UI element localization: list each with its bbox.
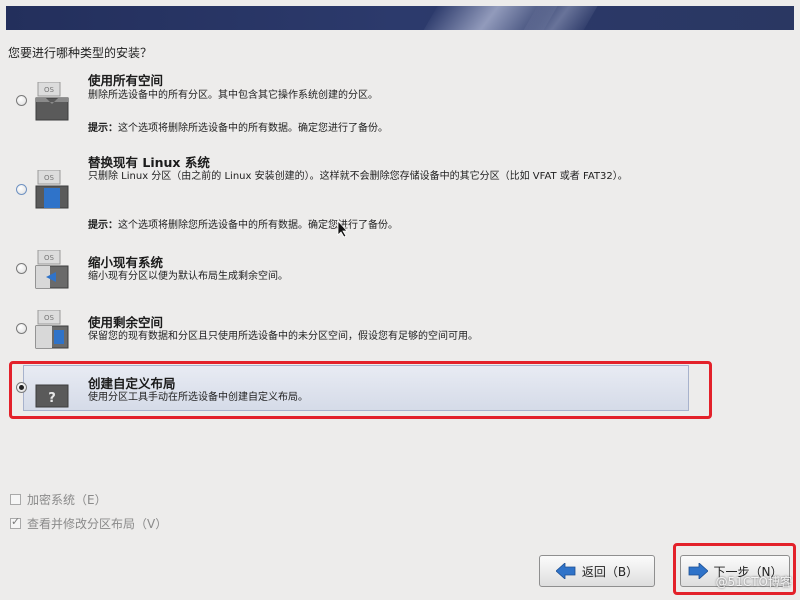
hint-label: 提示： [88, 123, 118, 134]
radio-use-all-space[interactable] [16, 95, 27, 106]
checkbox-review-partition[interactable]: 查看并修改分区布局（V） [10, 515, 167, 532]
back-button[interactable]: 返回（B） [539, 555, 655, 587]
back-button-label: 返回（B） [581, 564, 639, 579]
os-replace-icon: OS [35, 170, 69, 209]
svg-text:OS: OS [44, 174, 55, 182]
checkbox-label: 查看并修改分区布局（V） [27, 517, 168, 531]
option-desc: 只删除 Linux 分区（由之前的 Linux 安装创建的）。这样就不会删除您存… [88, 171, 628, 182]
svg-text:OS: OS [44, 86, 55, 94]
option-replace-linux[interactable]: OS 替换现有 Linux 系统 只删除 Linux 分区（由之前的 Linux… [10, 150, 690, 231]
checkbox-box[interactable] [10, 494, 21, 505]
radio-shrink-system[interactable] [16, 263, 27, 274]
svg-text:OS: OS [44, 254, 55, 262]
option-desc: 缩小现有分区以便为默认布局生成剩余空间。 [88, 271, 288, 282]
svg-text:OS: OS [44, 314, 55, 322]
annotation-red-outline-option [9, 361, 712, 419]
watermark: @51CTO博客 [715, 575, 792, 589]
option-hint: 提示：这个选项将删除所选设备中的所有数据。确定您进行了备份。 [88, 119, 388, 134]
option-hint: 提示：这个选项将删除您所选设备中的所有数据。确定您进行了备份。 [88, 216, 398, 231]
hint-text: 这个选项将删除所选设备中的所有数据。确定您进行了备份。 [118, 123, 388, 134]
hint-label: 提示： [88, 220, 118, 231]
os-shrink-icon: OS [35, 250, 69, 289]
option-use-free-space[interactable]: OS 使用剩余空间 保留您的现有数据和分区且只使用所选设备中的未分区空间，假设您… [10, 310, 690, 354]
option-desc: 删除所选设备中的所有分区。其中包含其它操作系统创建的分区。 [88, 90, 378, 101]
option-shrink-system[interactable]: OS 缩小现有系统 缩小现有分区以便为默认布局生成剩余空间。 [10, 250, 690, 294]
option-use-all-space[interactable]: OS 使用所有空间 删除所选设备中的所有分区。其中包含其它操作系统创建的分区。 … [10, 68, 690, 138]
header-banner [6, 6, 794, 30]
checkbox-box[interactable] [10, 515, 21, 529]
os-free-space-icon: OS [35, 310, 69, 349]
arrow-left-icon [555, 563, 576, 579]
mouse-cursor-icon [337, 220, 348, 238]
option-title: 使用所有空间 [88, 73, 164, 88]
radio-use-free-space[interactable] [16, 323, 27, 334]
checkbox-label: 加密系统（E） [27, 493, 107, 507]
install-type-question: 您要进行哪种类型的安装？ [8, 46, 153, 60]
checkbox-encrypt-system[interactable]: 加密系统（E） [10, 491, 107, 508]
radio-replace-linux[interactable] [16, 184, 27, 195]
hint-text: 这个选项将删除您所选设备中的所有数据。确定您进行了备份。 [118, 220, 398, 231]
option-desc: 保留您的现有数据和分区且只使用所选设备中的未分区空间，假设您有足够的空间可用。 [88, 331, 478, 342]
os-disk-icon: OS [35, 82, 69, 121]
